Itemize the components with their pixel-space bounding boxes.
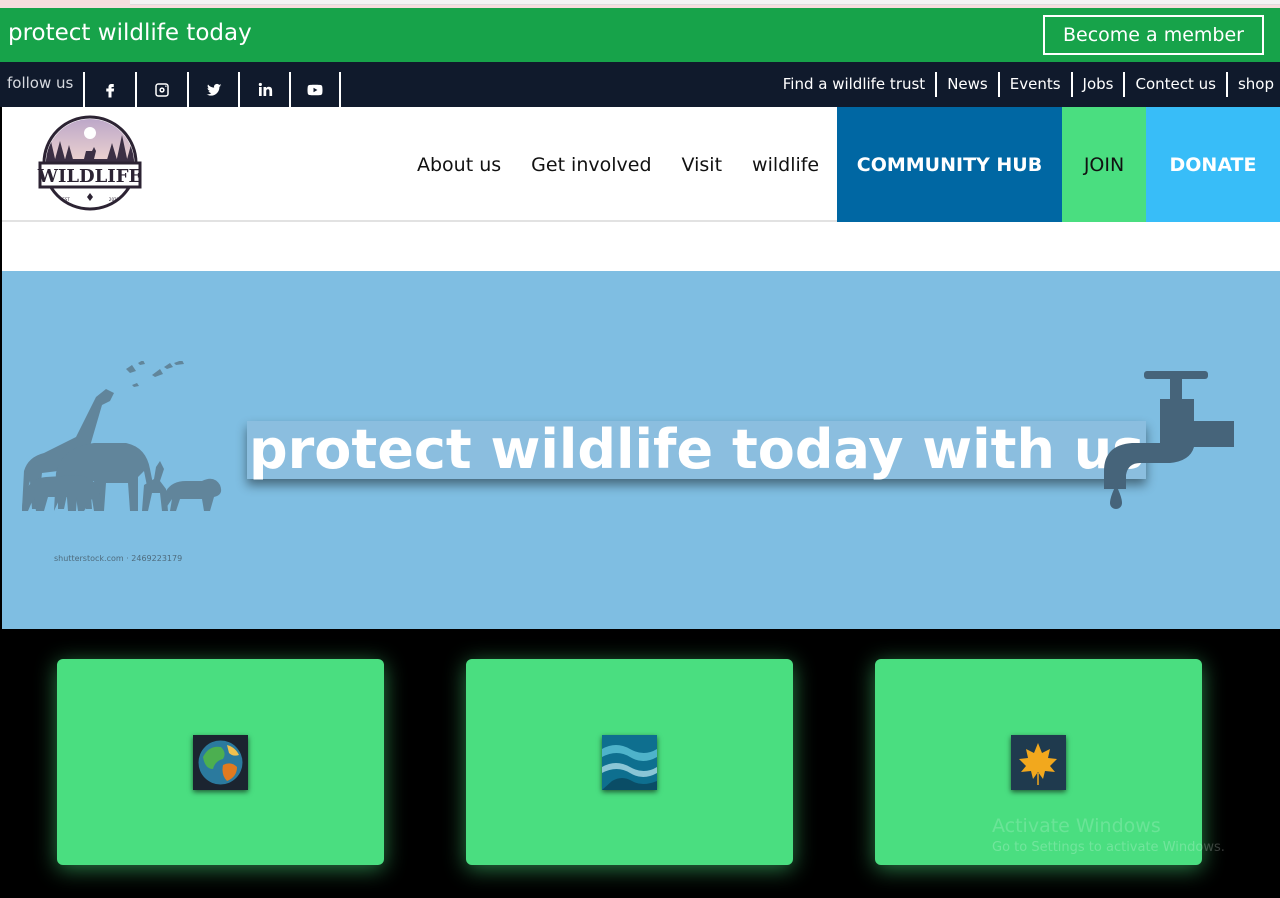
nav-wildlife[interactable]: wildlife	[752, 154, 819, 176]
donate-button[interactable]: DONATE	[1146, 107, 1280, 222]
community-hub-button[interactable]: COMMUNITY HUB	[837, 107, 1062, 222]
social-bar: follow us Find a wildlife trust News Eve…	[0, 62, 1280, 107]
become-member-button[interactable]: Become a member now	[1043, 15, 1264, 82]
browser-strip-inner	[130, 0, 1280, 5]
banner-title: protect wildlife today	[8, 20, 252, 46]
linkedin-link[interactable]	[238, 72, 290, 107]
spacer	[2, 222, 1280, 271]
hero-section: shutterstock.com · 2469223179 protect wi…	[2, 271, 1280, 629]
logo-year: 2023	[109, 197, 120, 202]
top-banner: protect wildlife today Become a member n…	[0, 8, 1280, 82]
logo-text: WILDLIFE	[37, 166, 142, 187]
follow-us-label: follow us	[7, 74, 74, 92]
image-credit: shutterstock.com · 2469223179	[54, 554, 183, 563]
instagram-link[interactable]	[135, 72, 187, 107]
youtube-link[interactable]	[289, 72, 341, 107]
hero-title: protect wildlife today with us	[247, 418, 1147, 481]
wildlife-logo[interactable]: WILDLIFE EST 2023	[36, 115, 144, 213]
activation-watermark-title: Activate Windows	[992, 815, 1161, 837]
browser-strip	[0, 0, 1280, 8]
youtube-icon	[307, 84, 323, 95]
instagram-icon	[155, 82, 169, 97]
animals-silhouette-icon	[22, 361, 222, 511]
twitter-icon	[206, 83, 222, 96]
leaf-image	[1011, 735, 1066, 790]
nav-links: About us Get involved Visit wildlife	[402, 107, 834, 222]
facebook-link[interactable]	[83, 72, 135, 107]
card-earth[interactable]	[57, 659, 384, 865]
earth-image	[193, 735, 248, 790]
top-links: Find a wildlife trust News Events Jobs C…	[773, 72, 1280, 97]
top-link-find-trust[interactable]: Find a wildlife trust	[773, 72, 938, 97]
main-nav: WILDLIFE EST 2023 About us Get involved …	[2, 107, 1280, 222]
top-link-events[interactable]: Events	[1000, 72, 1073, 97]
facebook-icon	[106, 83, 115, 97]
water-tap-icon	[1104, 371, 1234, 509]
linkedin-icon	[258, 82, 273, 96]
activation-watermark-subtitle: Go to Settings to activate Windows.	[992, 840, 1225, 855]
top-link-jobs[interactable]: Jobs	[1073, 72, 1126, 97]
twitter-link[interactable]	[187, 72, 239, 107]
nav-get-involved[interactable]: Get involved	[531, 154, 651, 176]
nav-about-us[interactable]: About us	[417, 154, 501, 176]
ocean-image	[602, 735, 657, 790]
logo-est: EST	[62, 197, 70, 202]
nav-visit[interactable]: Visit	[682, 154, 723, 176]
card-ocean[interactable]	[466, 659, 793, 865]
join-button[interactable]: JOIN	[1062, 107, 1146, 222]
top-link-shop[interactable]: shop	[1228, 72, 1280, 97]
top-link-contact[interactable]: Contect us	[1125, 72, 1228, 97]
cards-section	[0, 629, 1280, 898]
top-link-news[interactable]: News	[937, 72, 1000, 97]
